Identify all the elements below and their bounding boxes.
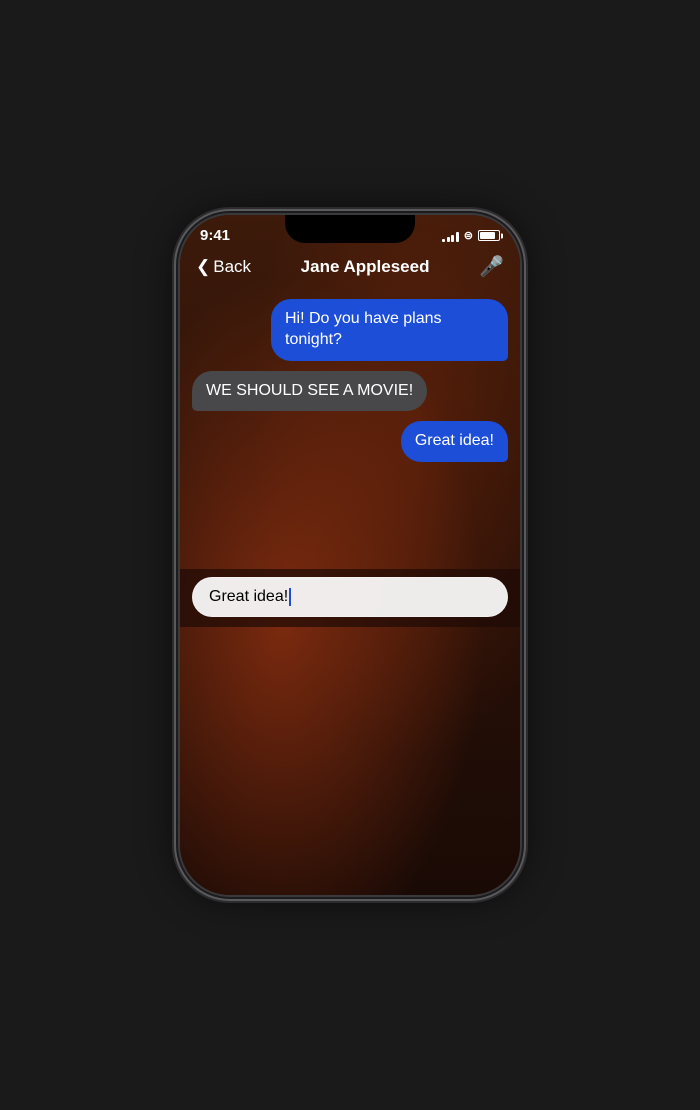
nav-bar: ❮ Back Jane Appleseed 🎤	[180, 248, 520, 289]
microphone-icon[interactable]: 🎤	[479, 254, 504, 279]
messages-area: Hi! Do you have plans tonight? WE SHOULD…	[180, 289, 520, 569]
message-text: Hi! Do you have plans tonight?	[285, 310, 442, 348]
battery-icon	[478, 230, 500, 241]
wifi-icon: ⊜	[464, 229, 473, 242]
message-bubble-sent-1: Hi! Do you have plans tonight?	[271, 299, 508, 361]
status-time: 9:41	[200, 227, 230, 244]
back-button[interactable]: ❮ Back	[196, 257, 251, 277]
phone-frame: 9:41 ⊜ ❮ Back	[180, 215, 520, 895]
message-input[interactable]: Great idea!	[192, 577, 508, 617]
message-text: Great idea!	[415, 432, 494, 449]
text-cursor	[289, 588, 291, 606]
status-icons: ⊜	[442, 229, 500, 242]
notch	[285, 215, 415, 243]
message-bubble-sent-2: Great idea!	[401, 421, 508, 462]
nav-title: Jane Appleseed	[301, 257, 430, 277]
chevron-left-icon: ❮	[196, 257, 210, 277]
signal-icon	[442, 230, 459, 242]
input-text: Great idea!	[209, 588, 288, 606]
back-label: Back	[213, 257, 251, 277]
message-text: WE SHOULD SEE A MOVIE!	[206, 382, 413, 399]
input-area: Great idea!	[180, 569, 520, 627]
screen: 9:41 ⊜ ❮ Back	[180, 215, 520, 895]
message-bubble-received-1: WE SHOULD SEE A MOVIE!	[192, 371, 427, 412]
